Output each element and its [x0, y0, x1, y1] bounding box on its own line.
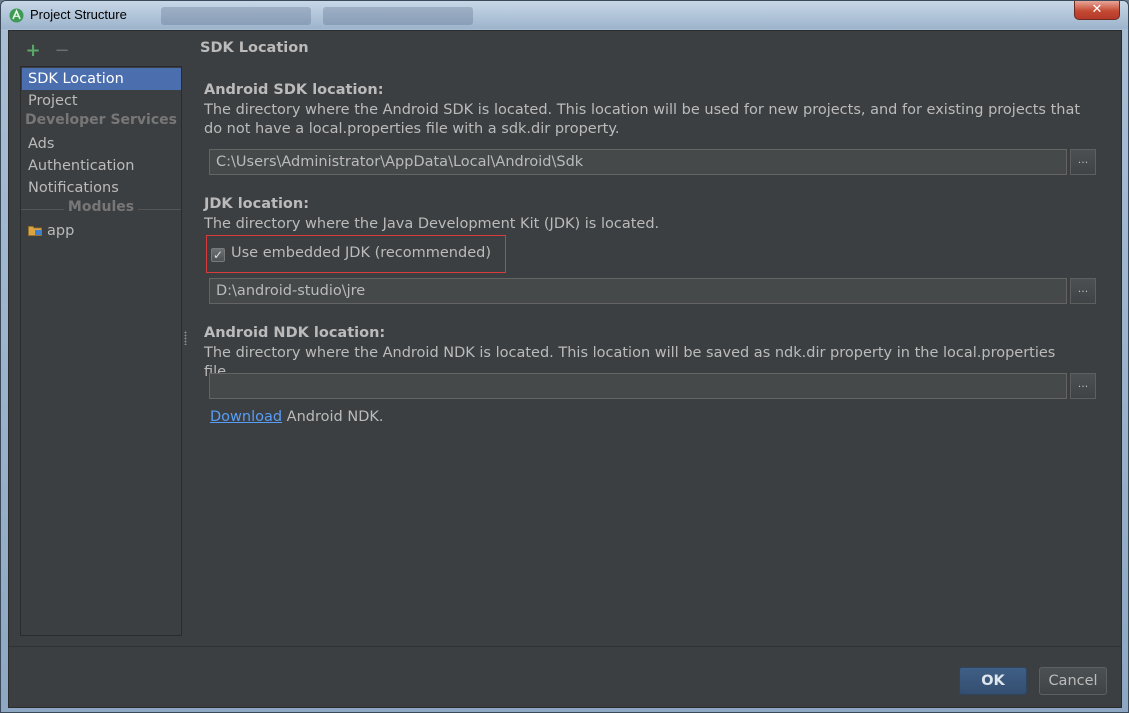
- close-window-button[interactable]: ✕: [1074, 1, 1120, 20]
- ndk-location-heading: Android NDK location:: [204, 325, 386, 341]
- section-label: Developer Services: [21, 112, 181, 128]
- ndk-path-field[interactable]: [209, 373, 1067, 399]
- sdk-browse-button[interactable]: ...: [1070, 149, 1096, 175]
- dialog-body: + − SDK Location Project Developer Servi…: [8, 30, 1122, 708]
- sidebar-item-authentication[interactable]: Authentication: [22, 155, 181, 177]
- sdk-location-heading: Android SDK location:: [204, 82, 384, 98]
- section-developer-services: Developer Services: [21, 112, 181, 132]
- jdk-browse-button[interactable]: ...: [1070, 278, 1096, 304]
- section-modules: Modules: [21, 199, 181, 219]
- sdk-location-description: The directory where the Android SDK is l…: [204, 102, 1081, 137]
- sidebar-toolbar: + −: [25, 41, 78, 60]
- use-embedded-jdk-label[interactable]: Use embedded JDK (recommended): [231, 245, 491, 261]
- page-title: SDK Location: [200, 40, 309, 56]
- remove-icon[interactable]: −: [54, 42, 70, 60]
- use-embedded-jdk-row: ✓ Use embedded JDK (recommended): [206, 235, 506, 273]
- download-ndk-text: Android NDK.: [282, 409, 384, 425]
- android-studio-icon: [9, 8, 24, 23]
- cancel-button[interactable]: Cancel: [1039, 667, 1107, 695]
- add-icon[interactable]: +: [25, 42, 41, 60]
- sdk-path-field[interactable]: [209, 149, 1067, 175]
- ok-button[interactable]: OK: [959, 667, 1027, 695]
- sidebar-item-app[interactable]: app: [22, 220, 181, 242]
- window-title: Project Structure: [30, 7, 127, 22]
- sidebar-item-project[interactable]: Project: [22, 90, 181, 112]
- download-ndk-link[interactable]: Download: [210, 409, 282, 425]
- close-icon: ✕: [1091, 2, 1103, 17]
- splitter-handle[interactable]: [184, 331, 187, 345]
- project-structure-window: Project Structure ✕ + − SDK Location Pro…: [0, 0, 1129, 713]
- jdk-location-heading: JDK location:: [204, 196, 310, 212]
- footer-divider: [9, 646, 1121, 647]
- ndk-browse-button[interactable]: ...: [1070, 373, 1096, 399]
- jdk-path-field[interactable]: [209, 278, 1067, 304]
- title-bar[interactable]: Project Structure ✕: [1, 1, 1128, 29]
- sidebar-item-notifications[interactable]: Notifications: [22, 177, 181, 199]
- module-folder-icon: [28, 226, 42, 236]
- jdk-location-description: The directory where the Java Development…: [204, 216, 660, 232]
- use-embedded-jdk-checkbox[interactable]: ✓: [211, 248, 225, 262]
- sidebar-item-ads[interactable]: Ads: [22, 133, 181, 155]
- ndk-download-row: Download Android NDK.: [210, 409, 384, 425]
- background-editor-tab: [161, 7, 311, 25]
- section-label: Modules: [63, 199, 139, 215]
- module-label: app: [47, 223, 75, 239]
- sidebar-item-sdk-location[interactable]: SDK Location: [22, 68, 181, 90]
- sidebar: SDK Location Project Developer Services …: [20, 66, 182, 636]
- background-editor-tab: [323, 7, 473, 25]
